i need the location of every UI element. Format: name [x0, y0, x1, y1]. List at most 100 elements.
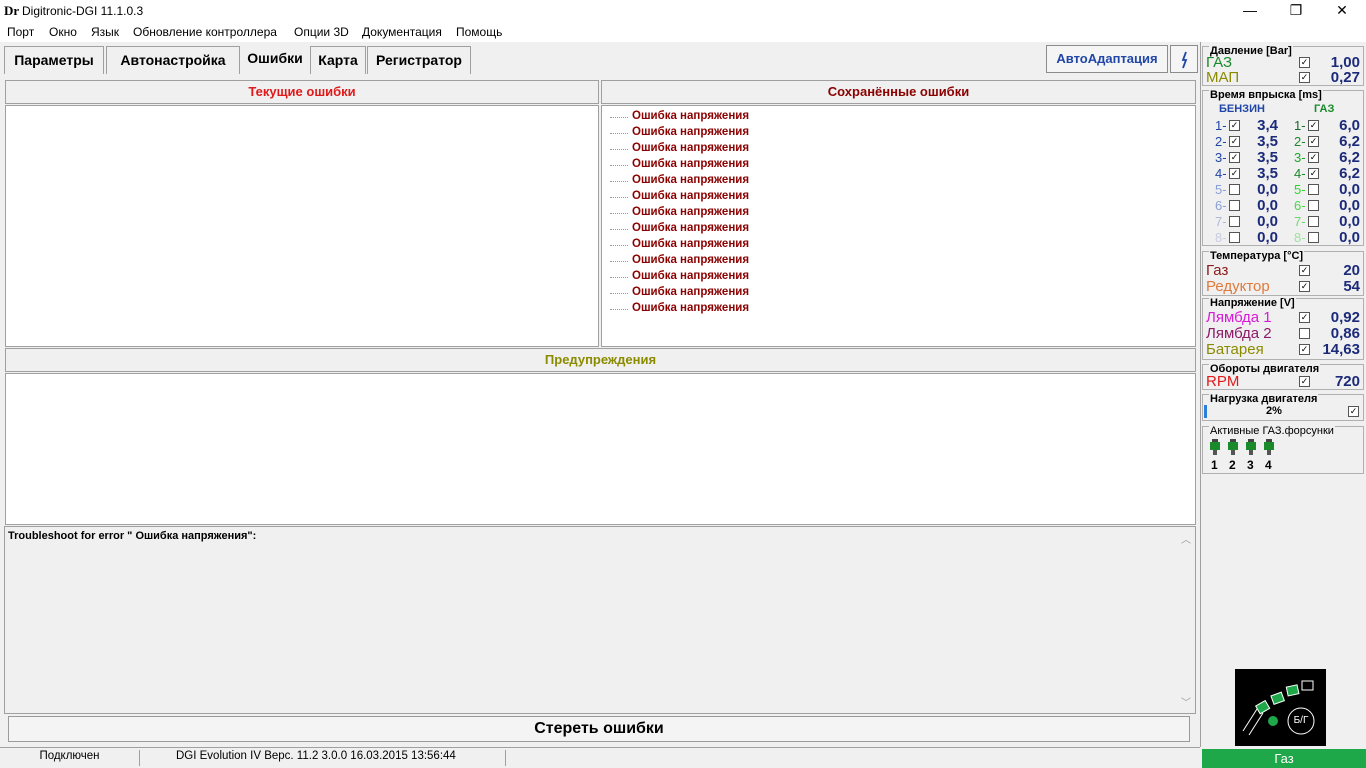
- gas-injector-checkbox[interactable]: ✓: [1308, 136, 1319, 147]
- saved-errors-list[interactable]: Ошибка напряжения Ошибка напряжения Ошибка…: [601, 105, 1196, 347]
- gas-injector-value: 0,0: [1339, 213, 1360, 230]
- close-button[interactable]: ✕: [1319, 0, 1365, 22]
- menu-firmware-update[interactable]: Обновление контроллера: [133, 25, 277, 39]
- fuel-mode-indicator: Газ: [1202, 749, 1366, 768]
- saved-error-text: Ошибка напряжения: [632, 174, 750, 186]
- lambda1-value: 0,92: [1330, 309, 1360, 326]
- petrol-injector-value: 0,0: [1257, 181, 1278, 198]
- gas-injector-checkbox[interactable]: [1308, 200, 1319, 211]
- petrol-injector-value: 3,5: [1257, 149, 1278, 166]
- rpm-label: RPM: [1206, 373, 1240, 390]
- minimize-button[interactable]: —: [1227, 0, 1273, 22]
- lambda1-label: Лямбда 1: [1206, 309, 1272, 326]
- gas-injector-number: 2-: [1294, 134, 1306, 149]
- saved-error-text: Ошибка напряжения: [632, 190, 750, 202]
- petrol-injector-value: 0,0: [1257, 213, 1278, 230]
- saved-error-text: Ошибка напряжения: [632, 206, 750, 218]
- saved-error-text: Ошибка напряжения: [632, 158, 750, 170]
- window-title: Digitronic-DGI 11.1.0.3: [22, 4, 144, 18]
- gas-injector-checkbox[interactable]: [1308, 216, 1319, 227]
- gas-injector-checkbox[interactable]: ✓: [1308, 120, 1319, 131]
- gas-injector-value: 6,0: [1339, 117, 1360, 134]
- pressure-gas-checkbox[interactable]: ✓: [1299, 57, 1310, 68]
- connection-status: Подключен: [0, 750, 140, 766]
- menu-window[interactable]: Окно: [49, 25, 77, 39]
- tab-recorder[interactable]: Регистратор: [367, 46, 471, 74]
- lambda1-checkbox[interactable]: ✓: [1299, 312, 1310, 323]
- load-checkbox[interactable]: ✓: [1348, 406, 1359, 417]
- rpm-checkbox[interactable]: ✓: [1299, 376, 1310, 387]
- gas-injector-checkbox[interactable]: [1308, 232, 1319, 243]
- lambda2-checkbox[interactable]: [1299, 328, 1310, 339]
- current-errors-title: Текущие ошибки: [5, 80, 599, 104]
- injector-number: 3: [1247, 458, 1254, 472]
- petrol-injector-checkbox[interactable]: [1229, 216, 1240, 227]
- tab-errors[interactable]: Ошибки: [241, 44, 309, 76]
- adapt-settings-button[interactable]: [1170, 45, 1198, 73]
- warnings-list[interactable]: [5, 373, 1196, 525]
- saved-errors-title: Сохранённые ошибки: [601, 80, 1196, 104]
- gas-injector-checkbox[interactable]: [1308, 184, 1319, 195]
- erase-errors-button[interactable]: Стереть ошибки: [8, 716, 1190, 742]
- current-errors-list[interactable]: [5, 105, 599, 347]
- petrol-injector-checkbox[interactable]: [1229, 200, 1240, 211]
- gas-injector-number: 1-: [1294, 118, 1306, 133]
- gas-injector-checkbox[interactable]: ✓: [1308, 168, 1319, 179]
- petrol-injector-checkbox[interactable]: ✓: [1229, 120, 1240, 131]
- petrol-header: БЕНЗИН: [1219, 103, 1265, 115]
- gas-injector-checkbox[interactable]: ✓: [1308, 152, 1319, 163]
- auto-adapt-button[interactable]: АвтоАдаптация: [1046, 45, 1168, 73]
- petrol-injector-checkbox[interactable]: [1229, 184, 1240, 195]
- menu-port[interactable]: Порт: [7, 25, 34, 39]
- scroll-down-icon[interactable]: ﹀: [1181, 694, 1191, 709]
- fuel-switch[interactable]: Б/Г: [1235, 669, 1326, 746]
- pressure-map-label: МАП: [1206, 69, 1240, 86]
- petrol-injector-number: 6-: [1215, 198, 1227, 213]
- menu-language[interactable]: Язык: [91, 25, 119, 39]
- warnings-title: Предупреждения: [5, 348, 1196, 372]
- fuel-switch-label: Б/Г: [1293, 715, 1309, 726]
- troubleshoot-area[interactable]: Troubleshoot for error " Ошибка напряжен…: [4, 526, 1196, 714]
- gas-injector-number: 6-: [1294, 198, 1306, 213]
- injector-icon: [1245, 439, 1257, 457]
- menu-3d-options[interactable]: Опции 3D: [294, 25, 349, 39]
- fuel-switch-graphic: [1242, 680, 1315, 736]
- petrol-injector-checkbox[interactable]: ✓: [1229, 152, 1240, 163]
- tree-connector: [610, 277, 628, 278]
- temp-reducer-checkbox[interactable]: ✓: [1299, 281, 1310, 292]
- troubleshoot-text: Troubleshoot for error " Ошибка напряжен…: [8, 530, 257, 542]
- petrol-injector-checkbox[interactable]: ✓: [1229, 136, 1240, 147]
- injector-number: 1: [1211, 458, 1218, 472]
- gas-injector-value: 6,2: [1339, 149, 1360, 166]
- petrol-injector-checkbox[interactable]: ✓: [1229, 168, 1240, 179]
- tree-connector: [610, 149, 628, 150]
- gas-injector-number: 5-: [1294, 182, 1306, 197]
- temp-reducer-label: Редуктор: [1206, 278, 1270, 295]
- petrol-injector-value: 0,0: [1257, 229, 1278, 246]
- gas-injector-value: 6,2: [1339, 165, 1360, 182]
- scroll-up-icon[interactable]: ︿: [1181, 531, 1191, 546]
- device-info: DGI Evolution IV Верс. 11.2 3.0.0 16.03.…: [176, 750, 506, 766]
- tab-autotune[interactable]: Автонастройка: [106, 46, 240, 74]
- battery-checkbox[interactable]: ✓: [1299, 344, 1310, 355]
- tree-connector: [610, 197, 628, 198]
- gas-injector-value: 0,0: [1339, 181, 1360, 198]
- tab-map[interactable]: Карта: [310, 46, 366, 74]
- menu-help[interactable]: Помощь: [456, 25, 502, 39]
- saved-error-text: Ошибка напряжения: [632, 142, 750, 154]
- petrol-injector-number: 2-: [1215, 134, 1227, 149]
- tab-parameters[interactable]: Параметры: [4, 46, 104, 74]
- temp-gas-checkbox[interactable]: ✓: [1299, 265, 1310, 276]
- petrol-injector-checkbox[interactable]: [1229, 232, 1240, 243]
- injector-number: 4: [1265, 458, 1272, 472]
- maximize-button[interactable]: ❐: [1273, 0, 1319, 22]
- tree-connector: [610, 165, 628, 166]
- lambda2-label: Лямбда 2: [1206, 325, 1272, 342]
- pressure-map-checkbox[interactable]: ✓: [1299, 72, 1310, 83]
- tree-connector: [610, 181, 628, 182]
- load-value: 2%: [1266, 405, 1282, 417]
- gas-injector-value: 0,0: [1339, 229, 1360, 246]
- gas-injector-number: 8-: [1294, 230, 1306, 245]
- gas-injector-value: 0,0: [1339, 197, 1360, 214]
- menu-documentation[interactable]: Документация: [362, 25, 442, 39]
